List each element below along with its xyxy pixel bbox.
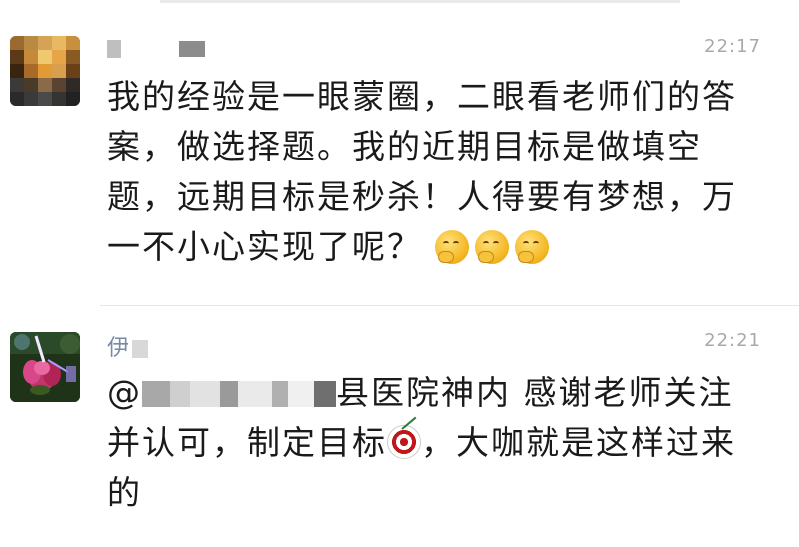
mention-redacted: [314, 381, 336, 407]
mention-redacted: [190, 381, 220, 407]
username-redacted: [179, 41, 205, 57]
mention-redacted: [142, 381, 170, 407]
mention-redacted: [170, 381, 190, 407]
comment-text: @ 县医院神内 感谢老师关注并认可，制定目标 ，大咖就是这样过来的: [107, 368, 767, 518]
top-divider: [160, 0, 680, 3]
comment-item: 22:17 我的经验是一眼蒙圈，二眼看老师们的答案，做选择题。我的近期目标是做填…: [0, 22, 799, 307]
mention-at[interactable]: @: [107, 373, 142, 412]
mention-redacted: [288, 381, 314, 407]
thinking-face-icon: [514, 230, 549, 264]
username-redacted: [107, 40, 121, 58]
comment-text-content: 我的经验是一眼蒙圈，二眼看老师们的答案，做选择题。我的近期目标是做填空题，远期目…: [107, 77, 737, 266]
comment-item: 伊 22:21 @ 县医院神内 感谢老师关注并认可，制定目标 ，大咖就是这样过来的: [0, 318, 799, 547]
thinking-face-icon: [474, 230, 509, 264]
timestamp: 22:17: [704, 36, 761, 57]
avatar[interactable]: [10, 332, 80, 402]
username[interactable]: 伊: [107, 330, 149, 362]
avatar[interactable]: [10, 36, 80, 106]
mention-redacted: [238, 381, 272, 407]
mention-redacted: [272, 381, 288, 407]
thinking-face-icon: [434, 230, 469, 264]
username-visible: 伊: [107, 336, 131, 361]
username-redacted: [132, 340, 149, 358]
flower-avatar-image: [10, 332, 80, 402]
direct-hit-icon: [387, 425, 421, 459]
comment-divider: [100, 305, 799, 306]
mention-redacted: [220, 381, 238, 407]
username[interactable]: [107, 36, 205, 61]
comment-text: 我的经验是一眼蒙圈，二眼看老师们的答案，做选择题。我的近期目标是做填空题，远期目…: [107, 72, 767, 272]
timestamp: 22:21: [704, 330, 761, 351]
